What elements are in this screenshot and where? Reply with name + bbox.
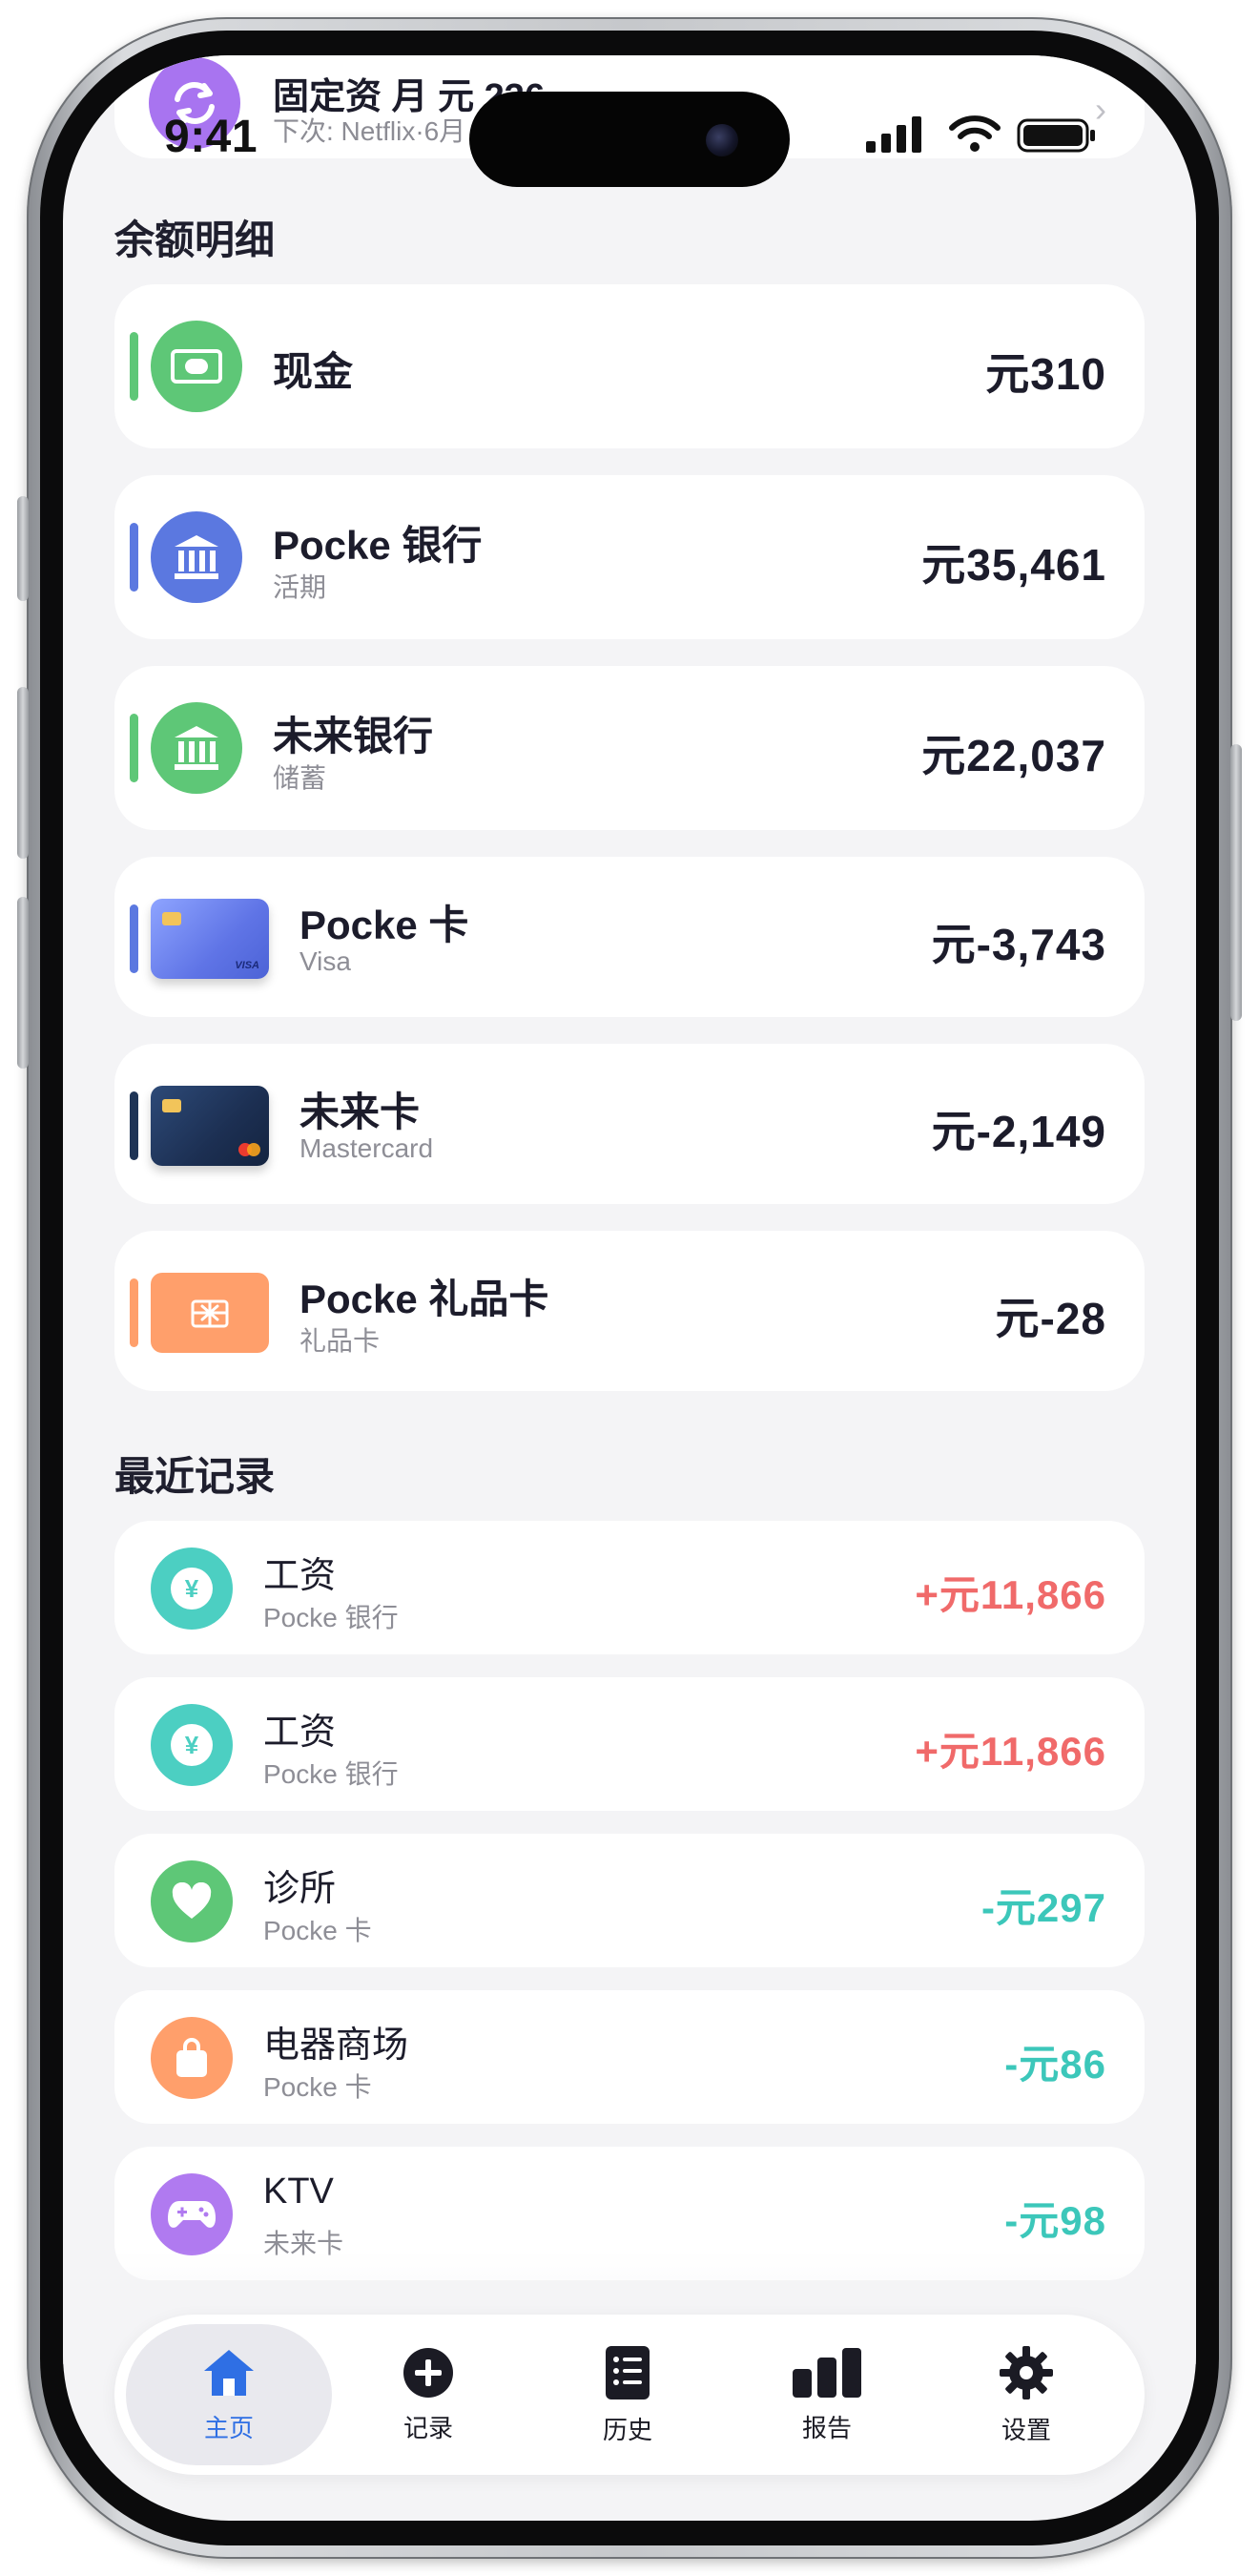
volume-down-button (17, 897, 29, 1069)
account-color-bar (130, 523, 138, 592)
record-account: Pocke 卡 (263, 2072, 372, 2102)
account-name: 未来银行 (273, 714, 434, 758)
account-name: Pocke 卡 (299, 903, 469, 947)
account-amount: 元22,037 (921, 731, 1106, 780)
account-name: 未来卡 (299, 1090, 421, 1134)
mastercard-card-icon (151, 1086, 269, 1166)
gift-card-icon (151, 1273, 269, 1353)
yen-icon: ¥ (151, 1548, 233, 1630)
tab-record[interactable]: 记录 (325, 2324, 531, 2465)
record-name: 诊所 (263, 1869, 337, 1909)
account-name: Pocke 礼品卡 (299, 1277, 549, 1321)
account-card-pocke-card[interactable]: VISA Pocke 卡 Visa 元-3,743 (114, 857, 1145, 1017)
bar-chart-icon (793, 2347, 861, 2398)
record-item[interactable]: 电器商场 Pocke 卡 -元86 (114, 1990, 1145, 2124)
signal-icon (866, 116, 921, 153)
cash-icon (151, 321, 242, 412)
tab-history[interactable]: 历史 (525, 2324, 731, 2465)
tab-report[interactable]: 报告 (724, 2324, 930, 2465)
tab-label: 报告 (801, 2413, 852, 2442)
tab-label: 记录 (402, 2413, 453, 2442)
account-amount: 元310 (985, 349, 1106, 399)
battery-icon (1017, 118, 1095, 153)
account-color-bar (130, 1091, 138, 1160)
action-button (17, 496, 29, 601)
record-item[interactable]: 诊所 Pocke 卡 -元297 (114, 1834, 1145, 1967)
account-type: 活期 (273, 572, 327, 602)
account-card-gift-card[interactable]: Pocke 礼品卡 礼品卡 元-28 (114, 1231, 1145, 1391)
record-name: 电器商场 (263, 2025, 409, 2066)
tab-bar: 主页 记录 历史 报告 设置 (114, 2315, 1145, 2475)
record-amount: -元86 (1004, 2042, 1106, 2087)
list-icon (606, 2345, 650, 2399)
plus-circle-icon (403, 2347, 453, 2398)
account-card-pocke-bank[interactable]: Pocke 银行 活期 元35,461 (114, 475, 1145, 639)
bank-icon (151, 511, 242, 603)
account-name: 现金 (273, 349, 354, 394)
balance-section-title: 余额明细 (114, 218, 276, 262)
record-account: Pocke 银行 (263, 1759, 399, 1789)
home-icon (204, 2349, 254, 2396)
heart-icon (151, 1860, 233, 1942)
status-icons (864, 114, 1112, 153)
dynamic-island (469, 92, 790, 187)
record-item[interactable]: ¥ 工资 Pocke 银行 +元11,866 (114, 1521, 1145, 1654)
tab-settings[interactable]: 设置 (923, 2324, 1129, 2465)
tab-home[interactable]: 主页 (126, 2324, 332, 2465)
screen: 固定资 月 元 236 下次: Netflix·6月 › 9:41 余额明细 现… (63, 55, 1196, 2521)
account-type: 储蓄 (273, 763, 327, 793)
account-type: Visa (299, 946, 351, 976)
account-amount: 元-2,149 (931, 1107, 1106, 1156)
account-color-bar (130, 904, 138, 973)
gear-icon (1000, 2345, 1053, 2399)
yen-icon: ¥ (151, 1704, 233, 1786)
record-account: Pocke 卡 (263, 1916, 372, 1945)
visa-card-icon: VISA (151, 899, 269, 979)
tab-label: 设置 (1001, 2415, 1051, 2444)
shopping-bag-icon (151, 2017, 233, 2099)
account-type: Mastercard (299, 1133, 434, 1163)
account-color-bar (130, 714, 138, 782)
account-color-bar (130, 1278, 138, 1347)
account-amount: 元35,461 (921, 540, 1106, 590)
account-amount: 元-3,743 (931, 920, 1106, 969)
record-name: 工资 (263, 1556, 337, 1596)
status-time: 9:41 (164, 112, 258, 162)
account-card-cash[interactable]: 现金 元310 (114, 284, 1145, 448)
bank-icon (151, 702, 242, 794)
recurring-next: 下次: Netflix·6月 (273, 116, 466, 146)
record-name: KTV (263, 2171, 334, 2212)
account-amount: 元-28 (995, 1294, 1106, 1343)
account-color-bar (130, 332, 138, 401)
volume-up-button (17, 687, 29, 859)
account-card-future-bank[interactable]: 未来银行 储蓄 元22,037 (114, 666, 1145, 830)
recent-section-title: 最近记录 (114, 1454, 276, 1499)
power-button (1230, 744, 1242, 1021)
tab-label: 历史 (602, 2415, 652, 2444)
account-card-future-card[interactable]: 未来卡 Mastercard 元-2,149 (114, 1044, 1145, 1204)
gamepad-icon (151, 2173, 233, 2255)
record-amount: -元297 (980, 1885, 1106, 1930)
wifi-icon (949, 115, 1001, 152)
record-name: 工资 (263, 1713, 337, 1753)
record-amount: +元11,866 (915, 1729, 1106, 1774)
account-name: Pocke 银行 (273, 523, 483, 568)
tab-label: 主页 (203, 2413, 254, 2442)
account-type: 礼品卡 (299, 1326, 381, 1356)
record-item[interactable]: ¥ 工资 Pocke 银行 +元11,866 (114, 1677, 1145, 1811)
record-amount: +元11,866 (915, 1572, 1106, 1617)
record-account: Pocke 银行 (263, 1603, 399, 1632)
record-amount: -元98 (1004, 2198, 1106, 2243)
